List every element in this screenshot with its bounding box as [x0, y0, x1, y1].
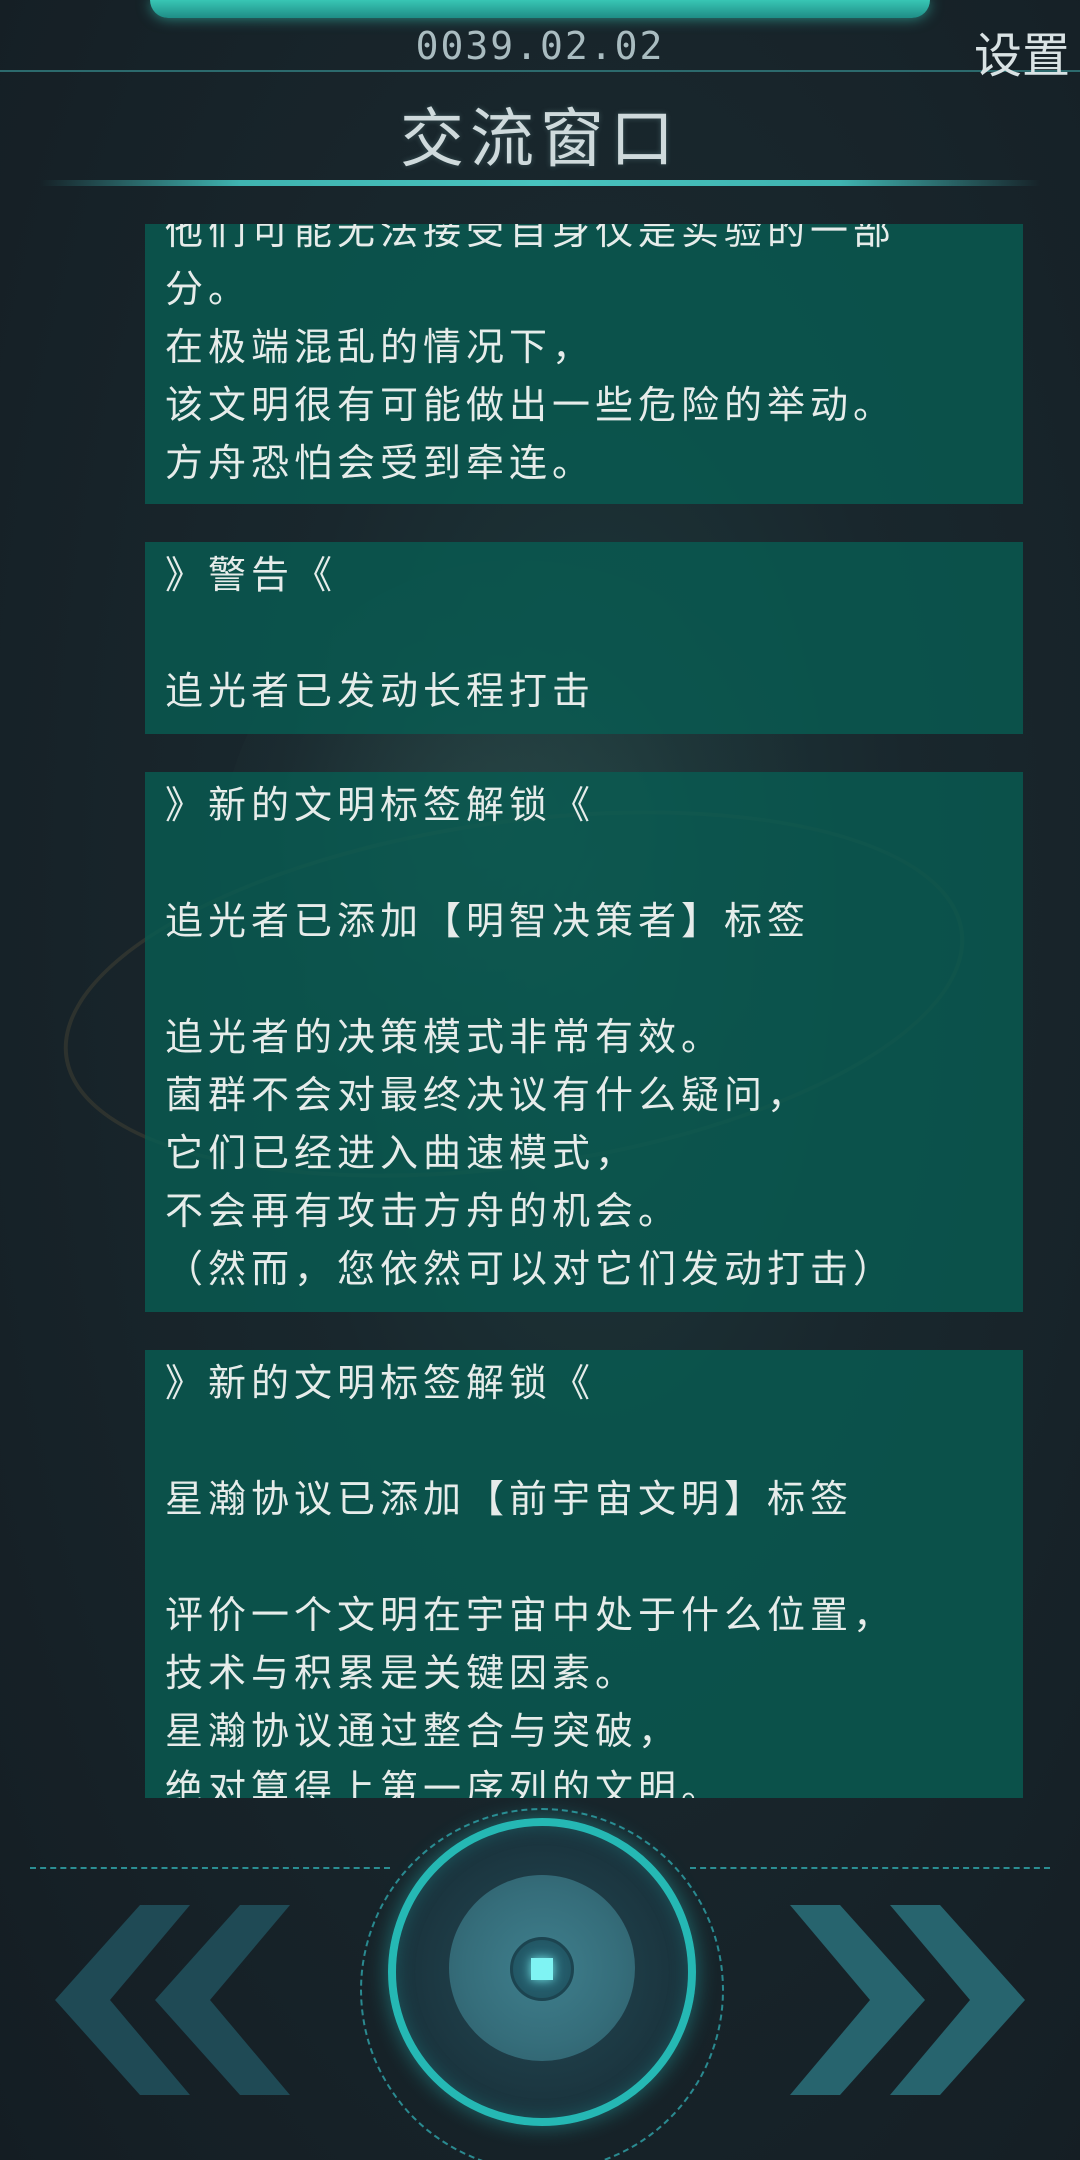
- message-tag-line: 星瀚协议已添加【前宇宙文明】标签: [165, 1477, 854, 1521]
- center-square-icon: [531, 1958, 553, 1980]
- message-card-tag-unlock: 》新的文明标签解锁《 星瀚协议已添加【前宇宙文明】标签 评价一个文明在宇宙中处于…: [145, 1350, 1023, 1798]
- message-card-tag-unlock: 》新的文明标签解锁《 追光者已添加【明智决策者】标签 追光者的决策模式非常有效。…: [145, 772, 1023, 1312]
- message-card-warning: 》警告《 追光者已发动长程打击: [145, 542, 1023, 734]
- settings-button[interactable]: 设置: [974, 16, 1070, 86]
- message-line: 绝对算得上第一序列的文明。: [165, 1767, 725, 1798]
- header-divider: [0, 70, 1080, 72]
- message-line: 星瀚协议通过整合与突破，: [165, 1709, 682, 1753]
- message-line: 追光者的决策模式非常有效。: [165, 1015, 725, 1059]
- message-line: 分。: [165, 267, 252, 311]
- message-line: （然而，您依然可以对它们发动打击）: [165, 1247, 897, 1291]
- title-underline: [40, 180, 1040, 186]
- top-glow-bar: [150, 0, 930, 18]
- message-line: 该文明很有可能做出一些危险的举动。: [165, 383, 897, 427]
- message-line: 技术与积累是关键因素。: [165, 1651, 639, 1695]
- message-line: 评价一个文明在宇宙中处于什么位置，: [165, 1593, 897, 1637]
- message-feed-content: 他们可能无法接受自身仅是实验的一部 分。 在极端混乱的情况下， 该文明很有可能做…: [145, 224, 1023, 1798]
- bottom-dashed-line-left: [30, 1867, 390, 1869]
- message-heading: 》新的文明标签解锁《: [165, 1361, 596, 1405]
- message-line: 菌群不会对最终决议有什么疑问，: [165, 1073, 811, 1117]
- next-button[interactable]: [770, 1900, 1070, 2100]
- page-title: 交流窗口: [400, 103, 680, 177]
- bottom-dashed-line-right: [690, 1867, 1050, 1869]
- double-chevron-left-icon: [55, 1905, 290, 2095]
- message-card: 他们可能无法接受自身仅是实验的一部 分。 在极端混乱的情况下， 该文明很有可能做…: [145, 224, 1023, 504]
- message-tag-line: 追光者已添加【明智决策者】标签: [165, 899, 811, 943]
- game-date: 0039.02.02: [415, 24, 665, 68]
- message-heading: 》新的文明标签解锁《: [165, 783, 596, 827]
- message-feed[interactable]: 他们可能无法接受自身仅是实验的一部 分。 在极端混乱的情况下， 该文明很有可能做…: [145, 224, 1023, 1798]
- double-chevron-right-icon: [790, 1905, 1025, 2095]
- message-line: 追光者已发动长程打击: [165, 669, 596, 713]
- message-line: 不会再有攻击方舟的机会。: [165, 1189, 682, 1233]
- message-line: 方舟恐怕会受到牵连。: [165, 441, 596, 485]
- game-screen: 0039.02.02 设置 交流窗口 他们可能无法接受自身仅是实验的一部 分。 …: [0, 0, 1080, 2160]
- message-heading: 》警告《: [165, 553, 338, 597]
- message-line: 他们可能无法接受自身仅是实验的一部: [165, 224, 897, 253]
- message-line: 它们已经进入曲速模式，: [165, 1131, 639, 1175]
- previous-button[interactable]: [40, 1900, 340, 2100]
- message-line: 在极端混乱的情况下，: [165, 325, 596, 369]
